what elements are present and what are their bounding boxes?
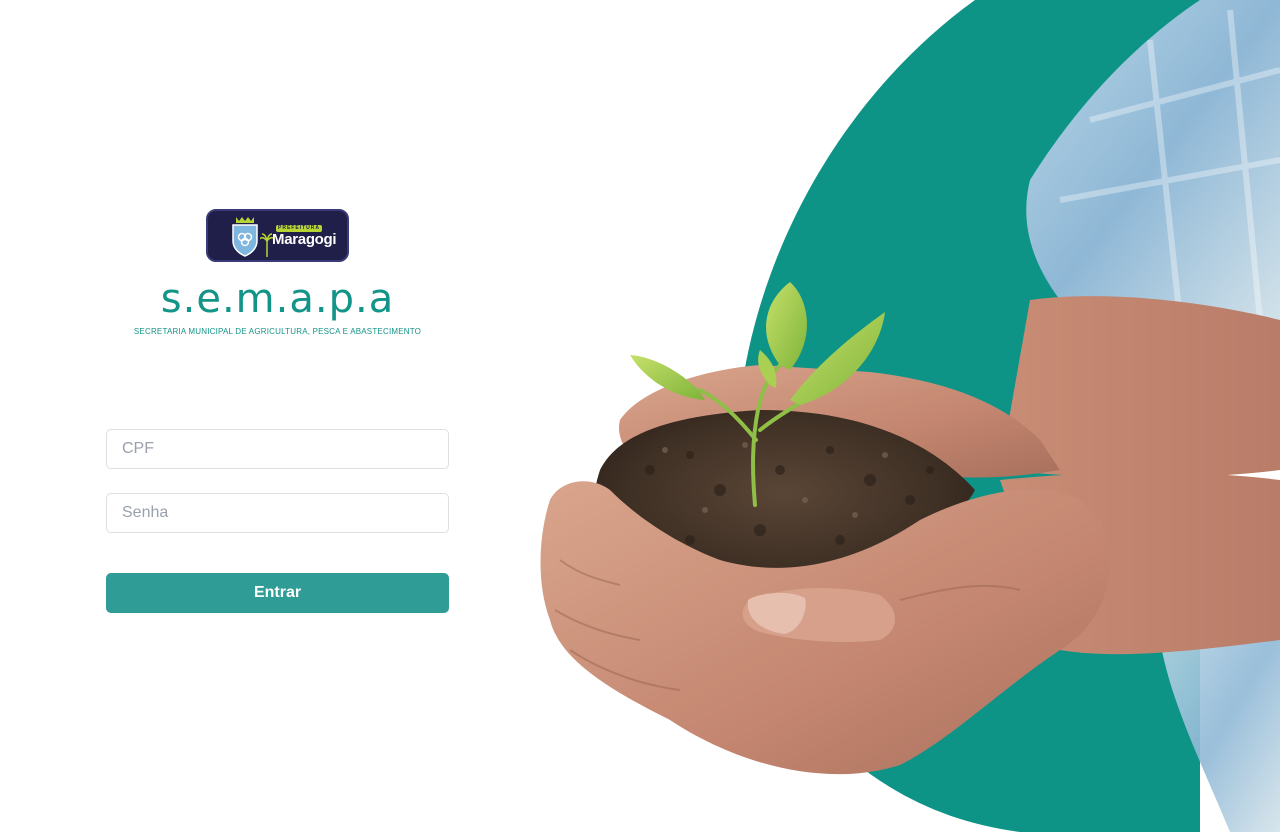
forearm-front (1000, 472, 1280, 655)
leaf (790, 312, 885, 405)
forearm-back (1000, 296, 1280, 478)
entrar-button[interactable]: Entrar (106, 573, 449, 613)
login-page: PREFEITURA Maragogi s.e.m.a.p.a SECRETAR… (0, 0, 1280, 832)
crest-icon (232, 217, 258, 257)
brand-subtitle: SECRETARIA MUNICIPAL DE AGRICULTURA, PES… (133, 327, 422, 336)
senha-input[interactable] (106, 493, 449, 533)
shirt-sleeve (1026, 0, 1280, 330)
brand-title: s.e.m.a.p.a (160, 276, 395, 322)
leaf (766, 282, 807, 370)
soil (593, 410, 975, 594)
login-panel: PREFEITURA Maragogi s.e.m.a.p.a SECRETAR… (0, 0, 555, 832)
prefeitura-logo: PREFEITURA Maragogi (206, 209, 349, 262)
logo-city-name: Maragogi (272, 231, 337, 248)
front-hand (540, 481, 1110, 775)
leaf (758, 350, 777, 388)
cpf-input[interactable] (106, 429, 449, 469)
back-hand (619, 365, 1060, 478)
thumb (742, 588, 895, 643)
leaf (630, 355, 705, 400)
hero-teal-shape (734, 0, 1200, 832)
seedling (698, 363, 842, 507)
shirt-sleeve-lower (1160, 630, 1280, 832)
